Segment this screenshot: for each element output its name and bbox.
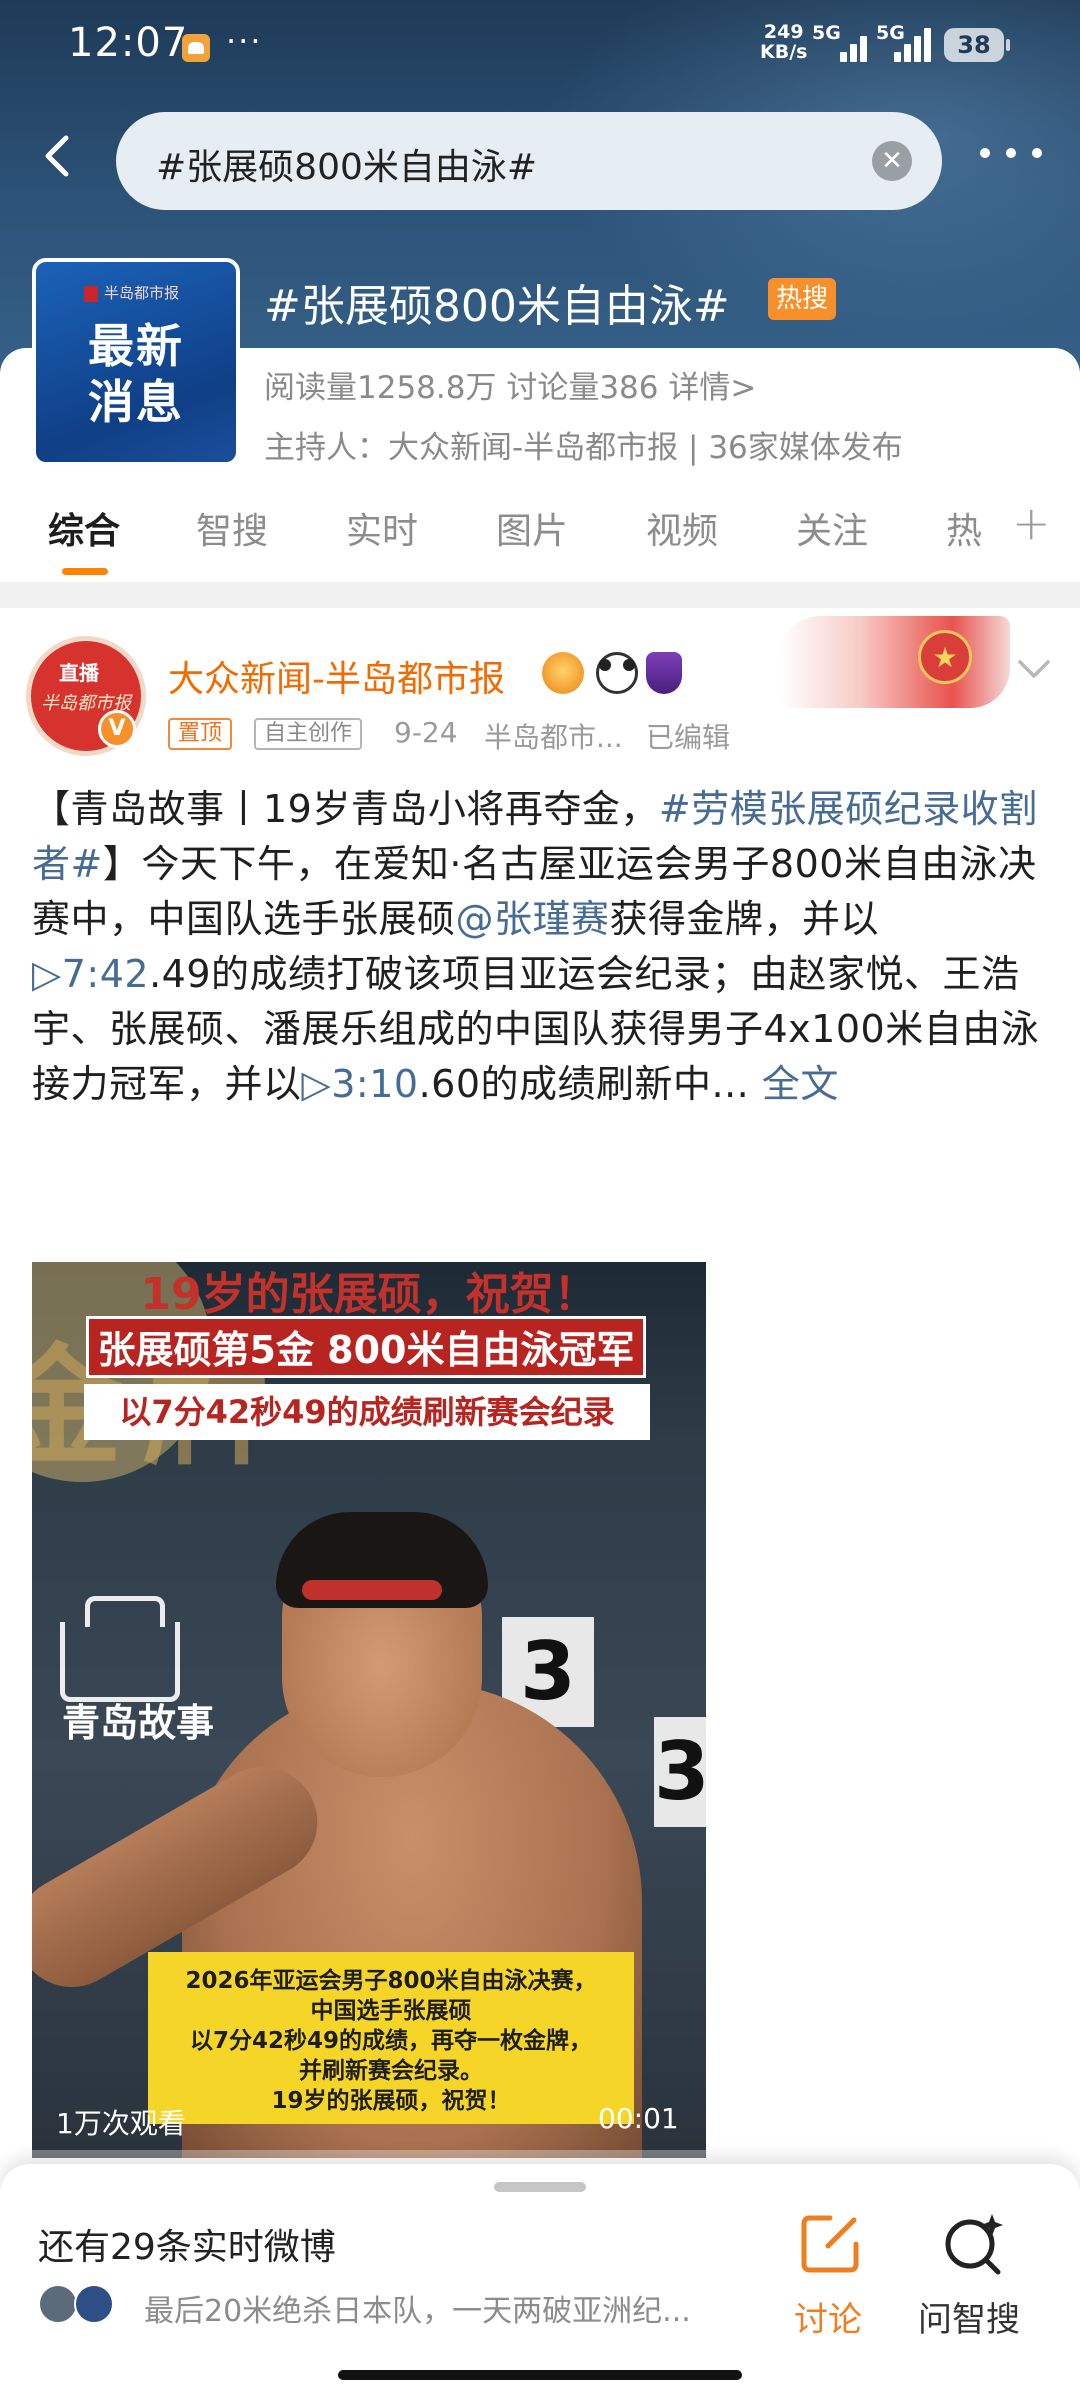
vip-crown-icon[interactable] <box>542 652 584 694</box>
hot-badge: 热搜 <box>768 278 837 320</box>
post-body: 【青岛故事丨19岁青岛小将再夺金，#劳模张展硕纪录收割者#】今天下午，在爱知·名… <box>32 782 1052 1112</box>
body-text-3: 获得金牌，并以 <box>609 897 880 941</box>
more-notifications-icon: ··· <box>226 22 263 60</box>
post-source: 半岛都市... <box>484 721 623 754</box>
topic-host[interactable]: 主持人：大众新闻-半岛都市报 | 36家媒体发布 <box>264 422 903 467</box>
author-name[interactable]: 大众新闻-半岛都市报 <box>168 650 505 702</box>
network-speed: 249 KB/s <box>760 22 807 62</box>
signal-1-icon <box>826 26 874 62</box>
battery-level: 38 <box>957 31 991 59</box>
status-time: 12:07 <box>68 20 189 66</box>
ask-label: 问智搜 <box>918 2300 1020 2340</box>
cover-brand: 半岛都市报 <box>84 282 179 303</box>
tab-hot[interactable]: 热 <box>946 502 982 554</box>
video-banner-1: 张展硕第5金 800米自由泳冠军 <box>86 1316 646 1378</box>
tab-bar: 综合 智搜 实时 图片 视频 关注 热 + <box>0 496 1080 576</box>
video-caption-line-5: 19岁的张展硕，祝贺！ <box>271 2088 511 2114</box>
tab-videos[interactable]: 视频 <box>646 502 718 554</box>
add-tab-button[interactable]: + <box>1012 496 1051 550</box>
notification-app-icon <box>182 34 210 62</box>
search-query: #张展硕800米自由泳# <box>156 147 538 188</box>
video-view-count: 1万次观看 <box>56 2107 186 2140</box>
avatar-live-label: 直播 <box>59 661 99 685</box>
more-options-button[interactable] <box>976 132 1046 172</box>
post-menu-button[interactable] <box>1014 654 1054 684</box>
clear-search-button[interactable]: ✕ <box>872 141 912 181</box>
body-text-5: .60的成绩刷新中... <box>418 1062 750 1106</box>
topic-title: #张展硕800米自由泳# <box>264 281 730 332</box>
back-button[interactable] <box>30 126 90 186</box>
chevron-down-icon <box>1018 660 1050 678</box>
preview-avatar <box>38 2284 78 2324</box>
mention-link[interactable]: @张瑾赛 <box>456 897 610 941</box>
video-caption-line-3: 以7分42秒49的成绩，再夺一枚金牌， <box>189 2028 593 2054</box>
section-divider <box>0 582 1080 608</box>
search-input[interactable]: #张展硕800米自由泳# ✕ <box>116 112 942 210</box>
topic-stats[interactable]: 阅读量1258.8万 讨论量386 详情> <box>264 362 756 407</box>
network-speed-unit: KB/s <box>760 41 808 63</box>
tab-realtime[interactable]: 实时 <box>346 502 418 554</box>
video-headline: 19岁的张展硕，祝贺！ <box>140 1269 598 1320</box>
cover-line-1: 最新 <box>88 319 184 373</box>
preview-avatar <box>74 2284 114 2324</box>
qingdao-story-logo-icon <box>60 1596 180 1702</box>
post-decoration-banner <box>780 616 1010 708</box>
video-caption-box: 2026年亚运会男子800米自由泳决赛， 中国选手张展硕 以7分42秒49的成绩… <box>148 1952 634 2124</box>
more-realtime-posts[interactable]: 还有29条实时微博 <box>38 2218 336 2270</box>
video-caption-line-4: 并刷新赛会纪录。 <box>299 2058 483 2084</box>
status-bar: 12:07 ··· 249 KB/s 5G 5G 38 <box>0 0 1080 90</box>
post-date: 9-24 <box>394 716 458 749</box>
discuss-label: 讨论 <box>794 2300 862 2340</box>
home-indicator[interactable] <box>338 2370 742 2380</box>
tab-images[interactable]: 图片 <box>496 502 568 554</box>
edit-discuss-icon <box>801 2215 859 2273</box>
cover-line-2: 消息 <box>88 375 184 429</box>
video-progress-bar <box>32 2150 706 2158</box>
lane-number-sign-2: 3 <box>654 1717 706 1827</box>
network-speed-value: 249 <box>763 21 804 43</box>
verified-badge-icon: V <box>98 710 136 748</box>
tab-following[interactable]: 关注 <box>796 502 868 554</box>
original-content-tag: 自主创作 <box>254 718 363 750</box>
active-tab-indicator <box>62 568 108 575</box>
shield-badge-icon[interactable] <box>646 652 682 694</box>
full-text-link[interactable]: 全文 <box>762 1062 839 1106</box>
video-timestamp-link-2[interactable]: ▷3:10 <box>302 1062 419 1106</box>
video-caption-line-1: 2026年亚运会男子800米自由泳决赛， <box>185 1968 597 1994</box>
bottom-panel: 还有29条实时微博 最后20米绝杀日本队，一天两破亚洲纪... 讨论 问智搜 <box>0 2164 1080 2400</box>
chevron-left-icon <box>45 135 69 177</box>
post-edited-label: 已编辑 <box>646 721 731 754</box>
battery-icon: 38 <box>944 28 1010 62</box>
signal-2-icon <box>886 26 934 62</box>
tab-smart-search[interactable]: 智搜 <box>196 502 268 554</box>
topic-cover-image: 半岛都市报 最新 消息 <box>32 258 240 466</box>
tab-comprehensive[interactable]: 综合 <box>48 502 120 554</box>
video-caption-line-2: 中国选手张展硕 <box>310 1998 472 2024</box>
smart-search-icon <box>945 2214 1003 2275</box>
video-timestamp-link-1[interactable]: ▷7:42 <box>32 952 149 996</box>
goggles <box>302 1580 442 1600</box>
video-player[interactable]: 金牌 19岁的张展硕，祝贺！ 张展硕第5金 800米自由泳冠军 以7分42秒49… <box>32 1262 706 2158</box>
body-text-1: 【青岛故事丨19岁青岛小将再夺金， <box>32 787 659 831</box>
pinned-tag: 置顶 <box>168 718 233 750</box>
drag-handle[interactable] <box>494 2182 586 2192</box>
video-banner-2: 以7分42秒49的成绩刷新赛会纪录 <box>84 1384 650 1440</box>
realtime-preview-text[interactable]: 最后20米绝杀日本队，一天两破亚洲纪... <box>144 2286 730 2330</box>
video-logo-text: 青岛故事 <box>62 1701 215 1745</box>
panda-icon[interactable] <box>596 652 638 694</box>
video-duration: 00:01 <box>598 2102 679 2135</box>
emblem-icon <box>918 630 972 684</box>
